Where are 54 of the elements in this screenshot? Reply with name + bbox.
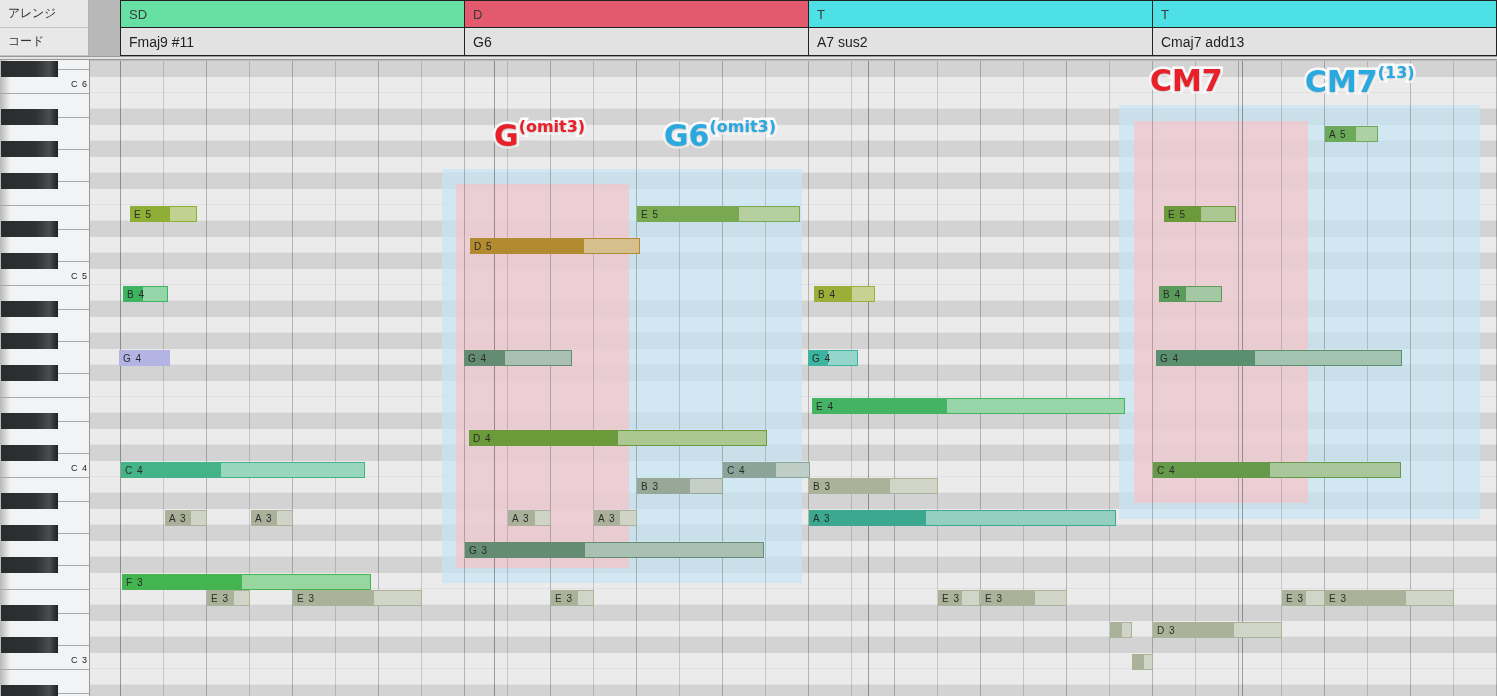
- chord-cell[interactable]: Fmaj9 #11: [120, 28, 464, 56]
- octave-label: C 3: [71, 655, 88, 665]
- note-block[interactable]: B 4: [814, 286, 875, 302]
- note-block[interactable]: E 5: [130, 206, 197, 222]
- note-block[interactable]: D 4: [469, 430, 767, 446]
- chord-annotation: CM7: [1150, 63, 1223, 98]
- note-block[interactable]: D 5: [470, 238, 640, 254]
- chord-cell[interactable]: Cmaj7 add13: [1152, 28, 1497, 56]
- chord-annotation: G6$^{(omit3)}$: [664, 117, 777, 153]
- note-block[interactable]: G 4: [1156, 350, 1402, 366]
- note-block[interactable]: E 5: [637, 206, 800, 222]
- header-gutter: [89, 28, 120, 56]
- chord-cell[interactable]: G6: [464, 28, 808, 56]
- note-block[interactable]: G 4: [464, 350, 572, 366]
- chord-cell[interactable]: A7 sus2: [808, 28, 1152, 56]
- note-block[interactable]: F 3: [122, 574, 371, 590]
- note-block[interactable]: E 3: [1282, 590, 1325, 606]
- arrange-section[interactable]: SD: [120, 0, 464, 28]
- note-block[interactable]: A 3: [251, 510, 293, 526]
- note-block[interactable]: E 3: [938, 590, 980, 606]
- piano-keyboard-drawing[interactable]: [0, 60, 89, 696]
- note-block[interactable]: C 4: [121, 462, 365, 478]
- note-block[interactable]: [1110, 622, 1132, 638]
- note-block[interactable]: E 3: [207, 590, 250, 606]
- note-block[interactable]: D 3: [1153, 622, 1282, 638]
- octave-label: C 5: [71, 271, 88, 281]
- note-block[interactable]: G 3: [465, 542, 764, 558]
- note-block[interactable]: E 4: [812, 398, 1125, 414]
- note-block[interactable]: A 3: [508, 510, 551, 526]
- note-block[interactable]: E 3: [293, 590, 422, 606]
- note-block[interactable]: A 3: [165, 510, 207, 526]
- note-block[interactable]: [1132, 654, 1153, 670]
- note-block[interactable]: C 4: [1153, 462, 1401, 478]
- note-block[interactable]: C 4: [723, 462, 810, 478]
- arrange-section[interactable]: T: [1152, 0, 1497, 28]
- note-block[interactable]: E 3: [551, 590, 594, 606]
- arrange-section[interactable]: T: [808, 0, 1152, 28]
- note-block[interactable]: B 4: [1159, 286, 1222, 302]
- note-block[interactable]: A 3: [809, 510, 1116, 526]
- chord-annotation: CM7$^{(13)}$: [1305, 63, 1415, 99]
- track-label: アレンジ: [0, 0, 89, 28]
- note-block[interactable]: B 3: [809, 478, 938, 494]
- note-block[interactable]: E 5: [1164, 206, 1236, 222]
- octave-label: C 4: [71, 463, 88, 473]
- note-block[interactable]: G 4: [119, 350, 170, 366]
- note-block[interactable]: E 3: [981, 590, 1067, 606]
- note-block[interactable]: A 5: [1325, 126, 1378, 142]
- chord-annotation: G$^{(omit3)}$: [494, 117, 586, 153]
- track-label: コード: [0, 28, 89, 56]
- note-block[interactable]: A 3: [594, 510, 637, 526]
- note-block[interactable]: E 3: [1325, 590, 1454, 606]
- header-gutter: [89, 0, 120, 28]
- note-block[interactable]: B 3: [637, 478, 723, 494]
- octave-label: C 6: [71, 79, 88, 89]
